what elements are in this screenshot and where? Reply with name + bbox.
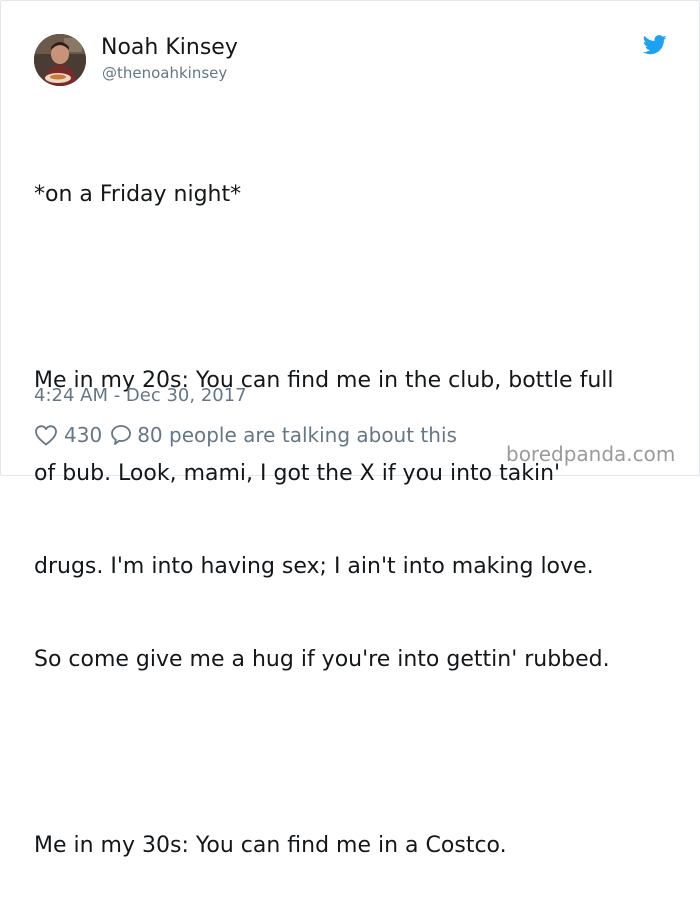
replies-text: 80 people are talking about this [137, 423, 457, 447]
avatar[interactable] [34, 34, 86, 86]
tweet-line: So come give me a hug if you're into get… [34, 647, 610, 672]
twitter-bird-icon[interactable] [642, 35, 667, 55]
tweet-body: *on a Friday night* Me in my 20s: You ca… [34, 117, 684, 923]
tweet-timestamp[interactable]: 4:24 AM - Dec 30, 2017 [34, 385, 247, 407]
speech-bubble-icon [111, 425, 132, 445]
tweet-line: drugs. I'm into having sex; I ain't into… [34, 554, 594, 579]
tweet-line: Me in my 30s: You can find me in a Costc… [34, 833, 507, 858]
reply-button[interactable]: 80 people are talking about this [110, 423, 457, 447]
tweet-card: Noah Kinsey @thenoahkinsey *on a Friday … [0, 0, 700, 858]
tweet-line: *on a Friday night* [34, 182, 242, 207]
like-count: 430 [64, 423, 103, 447]
engagement-bar: 430 80 people are talking about this [34, 421, 457, 449]
heart-outline-icon [35, 425, 57, 446]
author-display-name[interactable]: Noah Kinsey [101, 35, 238, 61]
source-watermark: boredpanda.com [506, 442, 676, 466]
author-handle[interactable]: @thenoahkinsey [102, 64, 227, 82]
avatar-photo [34, 34, 86, 86]
like-button[interactable]: 430 [34, 423, 102, 447]
